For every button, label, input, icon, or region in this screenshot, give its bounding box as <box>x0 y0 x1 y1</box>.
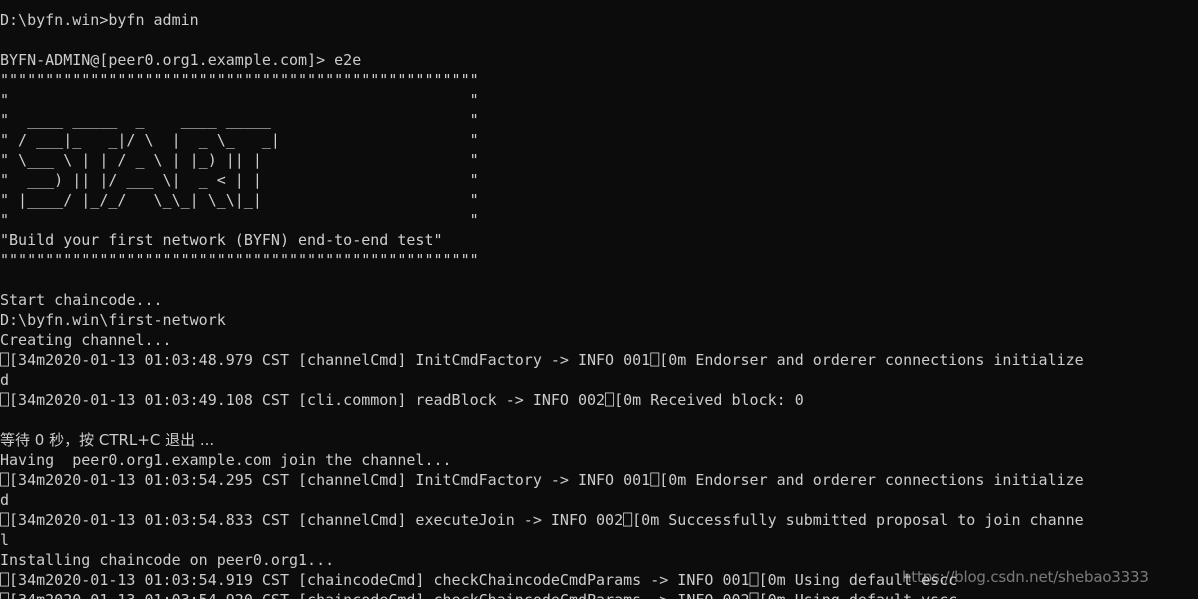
terminal-line-banner-art-1: " ____ _____ _ ____ _____ " <box>0 111 479 129</box>
terminal-line-status-waiting-cjk: 等待 0 秒，按 CTRL+C 退出 ... <box>0 431 215 449</box>
terminal-line-banner-pad-2: " " <box>0 211 479 229</box>
terminal-line-log-4: ⎕[34m2020-01-13 01:03:54.833 CST [channe… <box>0 511 1084 529</box>
terminal-line-banner-caption: "Build your first network (BYFN) end-to-… <box>0 231 443 249</box>
terminal-line-banner-pad-1: " " <box>0 91 479 109</box>
terminal-line-log-6: ⎕[34m2020-01-13 01:03:54.920 CST [chainc… <box>0 590 1198 599</box>
terminal-line-status-having-join: Having peer0.org1.example.com join the c… <box>0 451 452 469</box>
terminal-line-log-5: ⎕[34m2020-01-13 01:03:54.919 CST [chainc… <box>0 571 958 589</box>
terminal-line-cmd-prompt-2: BYFN-ADMIN@[peer0.org1.example.com]> e2e <box>0 51 362 69</box>
terminal-line-path-first-network: D:\byfn.win\first-network <box>0 311 226 329</box>
terminal-line-log-2: ⎕[34m2020-01-13 01:03:49.108 CST [cli.co… <box>0 391 804 409</box>
terminal-line-banner-art-4: " ___) || |/ ___ \| _ < | | " <box>0 171 479 189</box>
terminal-line-status-creating-channel: Creating channel... <box>0 331 172 349</box>
terminal-line-log-1: ⎕[34m2020-01-13 01:03:48.979 CST [channe… <box>0 351 1084 369</box>
terminal-line-blank-1 <box>0 30 1198 50</box>
terminal-line-status-start-chaincode: Start chaincode... <box>0 291 163 309</box>
terminal-line-log-4-wrap: l <box>0 531 10 549</box>
terminal-line-banner-bottom: """"""""""""""""""""""""""""""""""""""""… <box>0 251 479 269</box>
terminal-line-blank-3 <box>0 410 1198 430</box>
terminal-line-blank-2 <box>0 270 1198 290</box>
terminal-line-log-1-wrap: d <box>0 371 10 389</box>
terminal-line-banner-top: """"""""""""""""""""""""""""""""""""""""… <box>0 71 479 89</box>
terminal-line-status-installing-chaincode: Installing chaincode on peer0.org1... <box>0 551 335 569</box>
terminal-output: D:\byfn.win>byfn admin BYFN-ADMIN@[peer0.… <box>0 10 1198 599</box>
terminal-line-log-3: ⎕[34m2020-01-13 01:03:54.295 CST [channe… <box>0 471 1084 489</box>
terminal-line-banner-art-2: " / ___|_ _|/ \ | _ \_ _| " <box>0 131 479 149</box>
terminal-line-banner-art-3: " \___ \ | | / _ \ | |_) || | " <box>0 151 479 169</box>
terminal-line-log-3-wrap: d <box>0 491 10 509</box>
terminal-window[interactable]: D:\byfn.win>byfn admin BYFN-ADMIN@[peer0.… <box>0 0 1198 599</box>
terminal-line-cmd-prompt-1: D:\byfn.win>byfn admin <box>0 11 199 29</box>
terminal-line-banner-art-5: " |____/ |_/_/ \_\_| \_\|_| " <box>0 191 479 209</box>
